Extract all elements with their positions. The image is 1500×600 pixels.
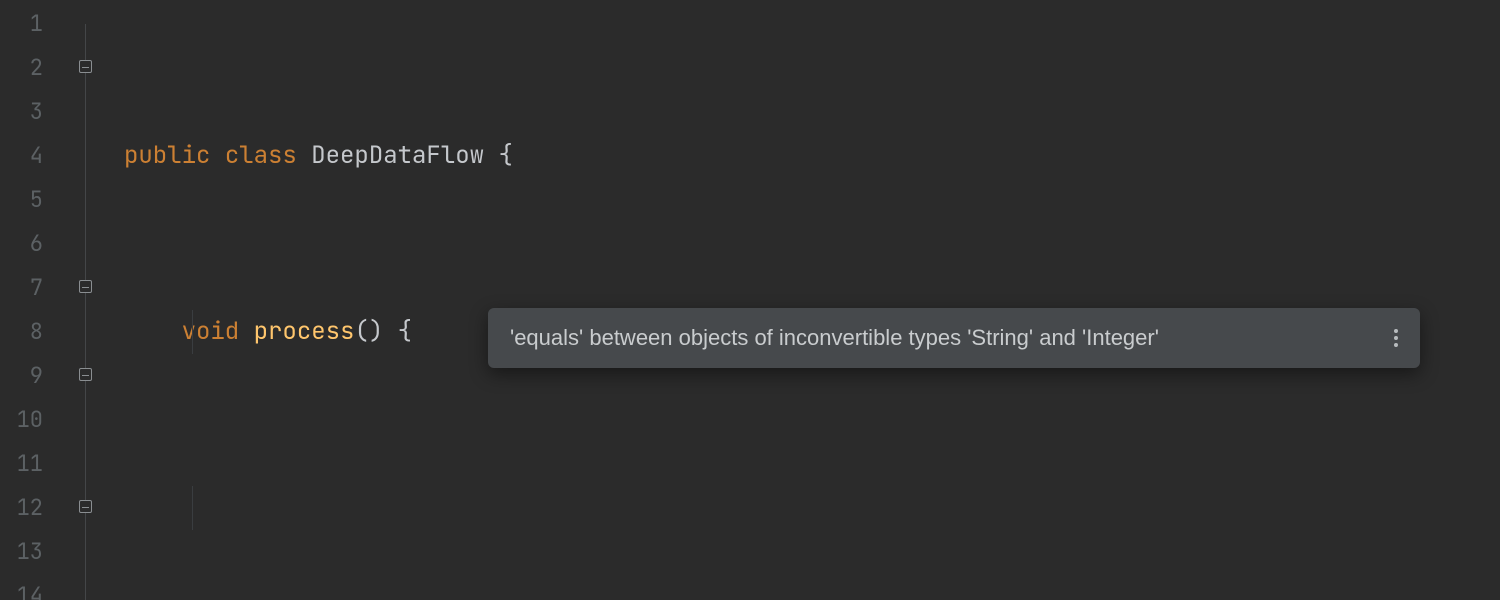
- line-number: 6: [0, 222, 43, 266]
- line-number-gutter: 1 2 3 4 5 6 7 8 9 10 11 12 13 14: [0, 0, 62, 600]
- indent-guide: [192, 310, 193, 354]
- brace-open: {: [398, 316, 412, 347]
- line-number: 5: [0, 178, 43, 222]
- line-number: 2: [0, 46, 43, 90]
- line-number: 8: [0, 310, 43, 354]
- line-number: 3: [0, 90, 43, 134]
- line-number: 4: [0, 134, 43, 178]
- code-editor[interactable]: 1 2 3 4 5 6 7 8 9 10 11 12 13 14 public …: [0, 0, 1500, 600]
- line-number: 1: [0, 2, 43, 46]
- keyword-void: void: [182, 316, 240, 347]
- line-number: 14: [0, 574, 43, 600]
- method-name: process: [254, 316, 355, 347]
- keyword-public: public: [124, 140, 210, 171]
- fold-column: [62, 0, 90, 600]
- line-number: 13: [0, 530, 43, 574]
- more-actions-icon[interactable]: [1386, 326, 1406, 350]
- line-number: 7: [0, 266, 43, 310]
- line-number: 10: [0, 398, 43, 442]
- line-number: 9: [0, 354, 43, 398]
- inspection-message: 'equals' between objects of inconvertibl…: [510, 325, 1159, 350]
- line-number: 11: [0, 442, 43, 486]
- indent-guide: [192, 486, 193, 530]
- parens: (): [354, 316, 383, 347]
- brace-open: {: [498, 140, 512, 171]
- line-number: 12: [0, 486, 43, 530]
- code-line[interactable]: [124, 486, 1500, 530]
- code-line[interactable]: public class DeepDataFlow {: [124, 134, 1500, 178]
- code-area[interactable]: public class DeepDataFlow { void process…: [90, 0, 1500, 600]
- class-name: DeepDataFlow: [311, 140, 484, 171]
- inspection-tooltip[interactable]: 'equals' between objects of inconvertibl…: [488, 308, 1420, 368]
- keyword-class: class: [225, 140, 297, 171]
- fold-guide-line: [85, 24, 86, 600]
